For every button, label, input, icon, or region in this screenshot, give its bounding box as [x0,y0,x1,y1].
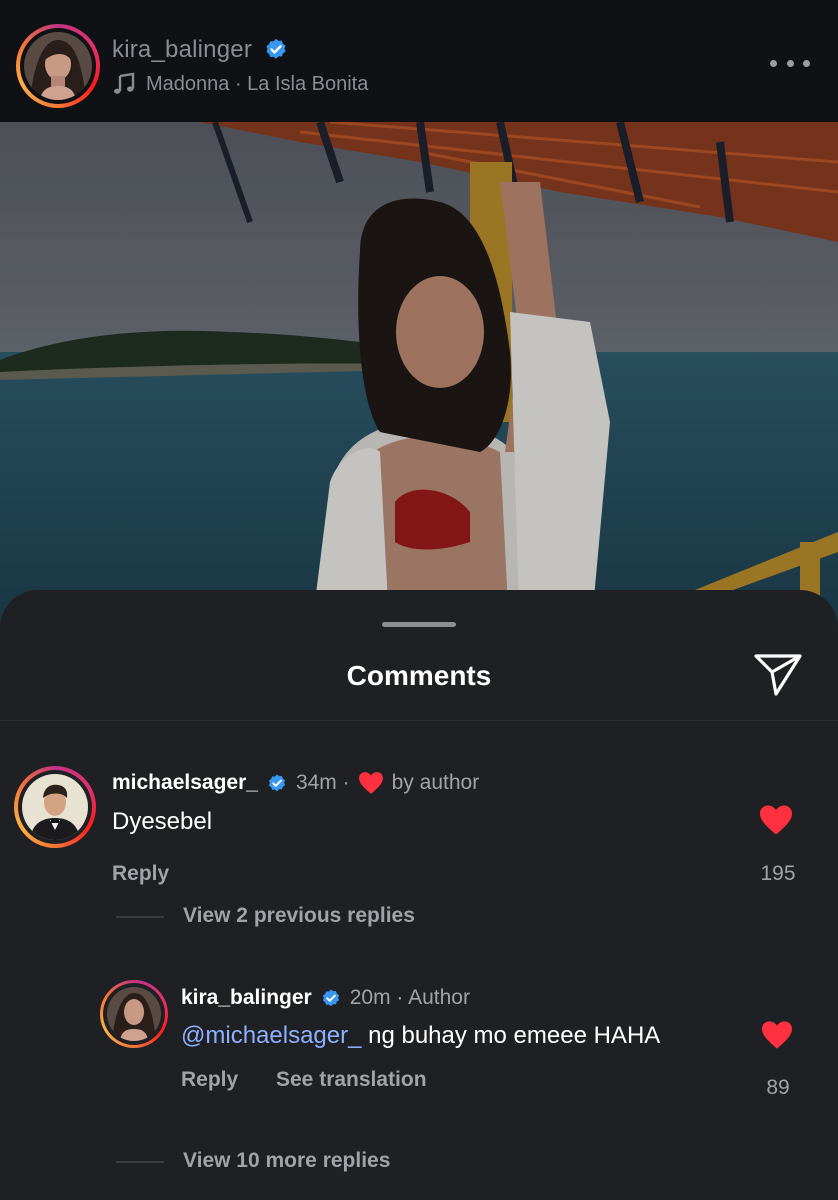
more-options-icon[interactable] [770,50,810,76]
view-more-replies[interactable]: View 10 more replies [183,1149,390,1173]
reply-mention[interactable]: @michaelsager_ [181,1022,361,1049]
comment-time: 34m · [295,771,350,794]
reply-text: @michaelsager_ ng buhay mo emeee HAHA [181,1022,660,1050]
sheet-divider [0,720,838,721]
header-music-label: Madonna · La Isla Bonita [146,72,369,95]
reply-like-button[interactable] [760,1020,796,1054]
verified-badge-icon [322,989,339,1007]
post-header: kira_balinger Madonna · La Isla Bonita [0,0,838,122]
comment-like-count: 195 [760,862,796,885]
sheet-title: Comments [346,660,492,691]
header-music-row[interactable]: Madonna · La Isla Bonita [112,72,368,96]
comment-header: michaelsager_ 34m · by author [112,771,479,795]
header-username: kira_balinger [112,36,253,63]
verified-badge-icon [266,38,286,59]
header-avatar[interactable] [16,24,100,108]
verified-badge-icon [268,774,286,792]
view-previous-replies[interactable]: View 2 previous replies [183,904,415,928]
heart-icon [762,1021,792,1049]
replies-line [116,916,164,918]
reply-button[interactable]: Reply [112,862,169,886]
music-note-icon [114,72,135,94]
reply-avatar[interactable] [100,980,168,1048]
reply-body: ng buhay mo emeee HAHA [361,1022,661,1049]
liked-by-author-label: by author [391,771,480,794]
reply-header: kira_balinger 20m · Author [181,986,470,1010]
post-photo [0,122,838,642]
heart-icon [358,772,383,794]
see-translation-button[interactable]: See translation [276,1068,427,1092]
more-replies-line [116,1161,164,1163]
comment-avatar[interactable] [14,766,96,848]
header-username-link[interactable]: kira_balinger [112,36,289,64]
send-icon[interactable] [752,650,804,698]
comment-username[interactable]: michaelsager_ [112,771,258,795]
heart-icon [760,805,792,835]
reply-like-count: 89 [766,1076,790,1099]
comments-sheet: Comments michaelsager_ 34m · by author D… [0,590,838,1200]
reply-meta: 20m · Author [349,986,470,1009]
reply-username[interactable]: kira_balinger [181,986,312,1010]
sheet-grabber[interactable] [382,622,456,627]
comment-like-button[interactable] [758,804,798,840]
comment-text: Dyesebel [112,808,213,835]
reply-reply-button[interactable]: Reply [181,1068,238,1092]
